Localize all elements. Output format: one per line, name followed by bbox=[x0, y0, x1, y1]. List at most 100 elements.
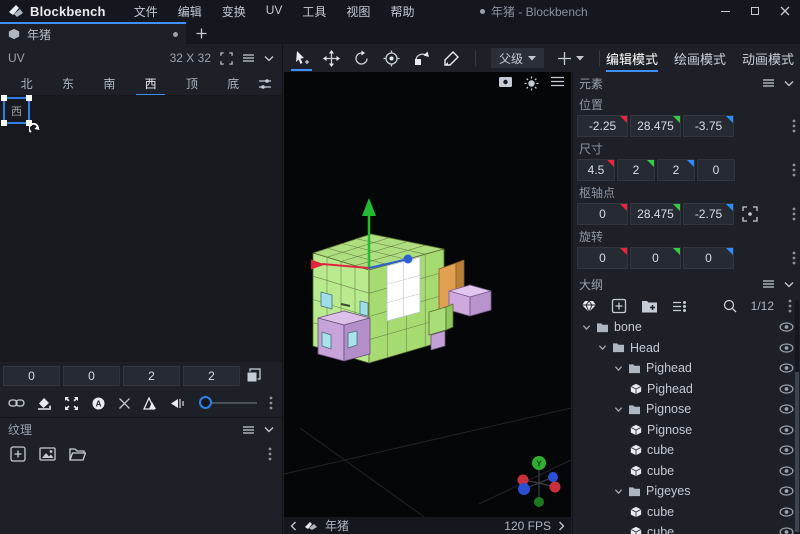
minimize-button[interactable] bbox=[710, 0, 740, 22]
rotate-tool-button[interactable] bbox=[353, 46, 370, 70]
face-tab-south[interactable]: 南 bbox=[89, 72, 130, 95]
rotation-z-field[interactable]: 0 bbox=[683, 247, 734, 269]
uv-handle-nw[interactable] bbox=[1, 95, 7, 101]
face-tab-north[interactable]: 北 bbox=[6, 72, 47, 95]
outliner-item-cube[interactable]: cube bbox=[573, 502, 800, 523]
chevron-left-icon[interactable] bbox=[290, 521, 297, 531]
menu-edit[interactable]: 编辑 bbox=[178, 3, 202, 20]
pivot-y-field[interactable]: 28.475 bbox=[630, 203, 681, 225]
panel-menu-icon[interactable] bbox=[762, 78, 775, 88]
uv-handle-ne[interactable] bbox=[26, 95, 32, 101]
pivot-x-field[interactable]: 0 bbox=[577, 203, 628, 225]
menu-tools[interactable]: 工具 bbox=[302, 3, 326, 20]
overflow-menu-icon[interactable] bbox=[792, 163, 796, 177]
tab-animate-mode[interactable]: 动画模式 bbox=[742, 45, 794, 72]
visibility-toggle-icon[interactable] bbox=[779, 527, 794, 534]
face-tab-west[interactable]: 西 bbox=[130, 72, 171, 95]
maximize-button[interactable] bbox=[740, 0, 770, 22]
pivot-marker-button[interactable] bbox=[557, 46, 584, 70]
auto-uv-icon[interactable] bbox=[37, 396, 52, 411]
pig-snout[interactable] bbox=[318, 311, 370, 361]
create-texture-icon[interactable] bbox=[10, 446, 26, 462]
maximize-uv-icon[interactable] bbox=[64, 396, 79, 411]
parent-dropdown-button[interactable]: 父级 bbox=[491, 48, 544, 68]
outliner-item-pighead[interactable]: Pighead bbox=[573, 358, 800, 379]
frame-icon[interactable] bbox=[220, 52, 233, 65]
outliner-item-cube[interactable]: cube bbox=[573, 461, 800, 482]
overflow-menu-icon[interactable] bbox=[269, 396, 273, 410]
outliner-item-pignose[interactable]: Pignose bbox=[573, 420, 800, 441]
project-tab[interactable]: 年猪 bbox=[0, 22, 186, 44]
pig-eye[interactable] bbox=[321, 292, 332, 309]
viewport-menu-icon[interactable] bbox=[550, 76, 565, 87]
auto-size-icon[interactable]: A bbox=[91, 396, 106, 411]
screenshot-icon[interactable] bbox=[498, 76, 513, 88]
resize-tool-button[interactable] bbox=[323, 46, 340, 70]
pig-eye[interactable] bbox=[360, 301, 368, 316]
panel-collapse-icon[interactable] bbox=[784, 281, 794, 288]
panel-collapse-icon[interactable] bbox=[264, 55, 274, 62]
gizmo-ball-down[interactable] bbox=[534, 497, 544, 507]
outliner-scrollbar[interactable] bbox=[795, 300, 799, 534]
clear-uv-icon[interactable] bbox=[118, 397, 131, 410]
tab-paint-mode[interactable]: 绘画模式 bbox=[674, 45, 726, 72]
visibility-toggle-icon[interactable] bbox=[779, 425, 794, 435]
visibility-toggle-icon[interactable] bbox=[779, 404, 794, 414]
rotation-x-field[interactable]: 0 bbox=[577, 247, 628, 269]
viewport-3d[interactable]: Y bbox=[284, 72, 571, 517]
tab-edit-mode[interactable]: 编辑模式 bbox=[606, 45, 658, 72]
outliner-item-cube[interactable]: cube bbox=[573, 522, 800, 534]
outliner-item-pignose[interactable]: Pignose bbox=[573, 399, 800, 420]
pivot-tool-button[interactable] bbox=[383, 46, 400, 70]
panel-menu-icon[interactable] bbox=[762, 279, 775, 289]
link-uv-icon[interactable] bbox=[8, 397, 25, 409]
gizmo-ball-x2[interactable] bbox=[550, 482, 561, 493]
position-x-field[interactable]: -2.25 bbox=[577, 115, 628, 137]
visibility-toggle-icon[interactable] bbox=[779, 445, 794, 455]
menu-help[interactable]: 帮助 bbox=[390, 3, 414, 20]
menu-file[interactable]: 文件 bbox=[134, 3, 158, 20]
panel-collapse-icon[interactable] bbox=[264, 426, 274, 433]
uv-handle-sw[interactable] bbox=[1, 120, 7, 126]
focus-pivot-icon[interactable] bbox=[742, 206, 758, 222]
outliner-item-cube[interactable]: cube bbox=[573, 440, 800, 461]
mirror-x-icon[interactable] bbox=[143, 397, 158, 410]
visibility-toggle-icon[interactable] bbox=[779, 343, 794, 353]
uv-height-field[interactable]: 2 bbox=[183, 366, 240, 386]
open-texture-folder-icon[interactable] bbox=[69, 447, 86, 461]
menu-view[interactable]: 视图 bbox=[346, 3, 370, 20]
viewport-canvas[interactable]: Y bbox=[284, 72, 571, 517]
overflow-menu-icon[interactable] bbox=[268, 447, 272, 461]
scrollbar-thumb[interactable] bbox=[795, 372, 799, 532]
add-group-icon[interactable] bbox=[641, 299, 658, 313]
visibility-toggle-icon[interactable] bbox=[779, 322, 794, 332]
chevron-down-icon[interactable] bbox=[614, 405, 623, 414]
visibility-toggle-icon[interactable] bbox=[779, 363, 794, 373]
chevron-down-icon[interactable] bbox=[598, 343, 607, 352]
size-x-field[interactable]: 4.5 bbox=[577, 159, 615, 181]
rotation-y-field[interactable]: 0 bbox=[630, 247, 681, 269]
slider-knob[interactable] bbox=[199, 396, 212, 409]
selected-face[interactable] bbox=[387, 257, 420, 321]
inflate-field[interactable]: 0 bbox=[697, 159, 735, 181]
gizmo-ball-z2[interactable] bbox=[548, 472, 558, 482]
add-mesh-icon[interactable] bbox=[581, 300, 597, 313]
copy-uv-icon[interactable] bbox=[246, 368, 261, 383]
visibility-toggle-icon[interactable] bbox=[779, 486, 794, 496]
outliner-item-bone[interactable]: bone bbox=[573, 317, 800, 338]
panel-collapse-icon[interactable] bbox=[784, 80, 794, 87]
visibility-toggle-icon[interactable] bbox=[779, 507, 794, 517]
chevron-right-icon[interactable] bbox=[558, 521, 565, 531]
outliner-item-pighead[interactable]: Pighead bbox=[573, 379, 800, 400]
visibility-toggle-icon[interactable] bbox=[779, 384, 794, 394]
position-y-field[interactable]: 28.475 bbox=[630, 115, 681, 137]
menu-uv[interactable]: UV bbox=[266, 3, 283, 20]
outliner-item-pigeyes[interactable]: Pigeyes bbox=[573, 481, 800, 502]
chevron-down-icon[interactable] bbox=[614, 364, 623, 373]
chevron-down-icon[interactable] bbox=[614, 487, 623, 496]
panel-menu-icon[interactable] bbox=[242, 425, 255, 435]
uv-rotate-handle-icon[interactable] bbox=[29, 123, 40, 134]
lighting-icon[interactable] bbox=[524, 76, 539, 91]
uv-settings-icon[interactable] bbox=[258, 78, 272, 90]
uv-rotation-slider[interactable] bbox=[201, 402, 257, 404]
